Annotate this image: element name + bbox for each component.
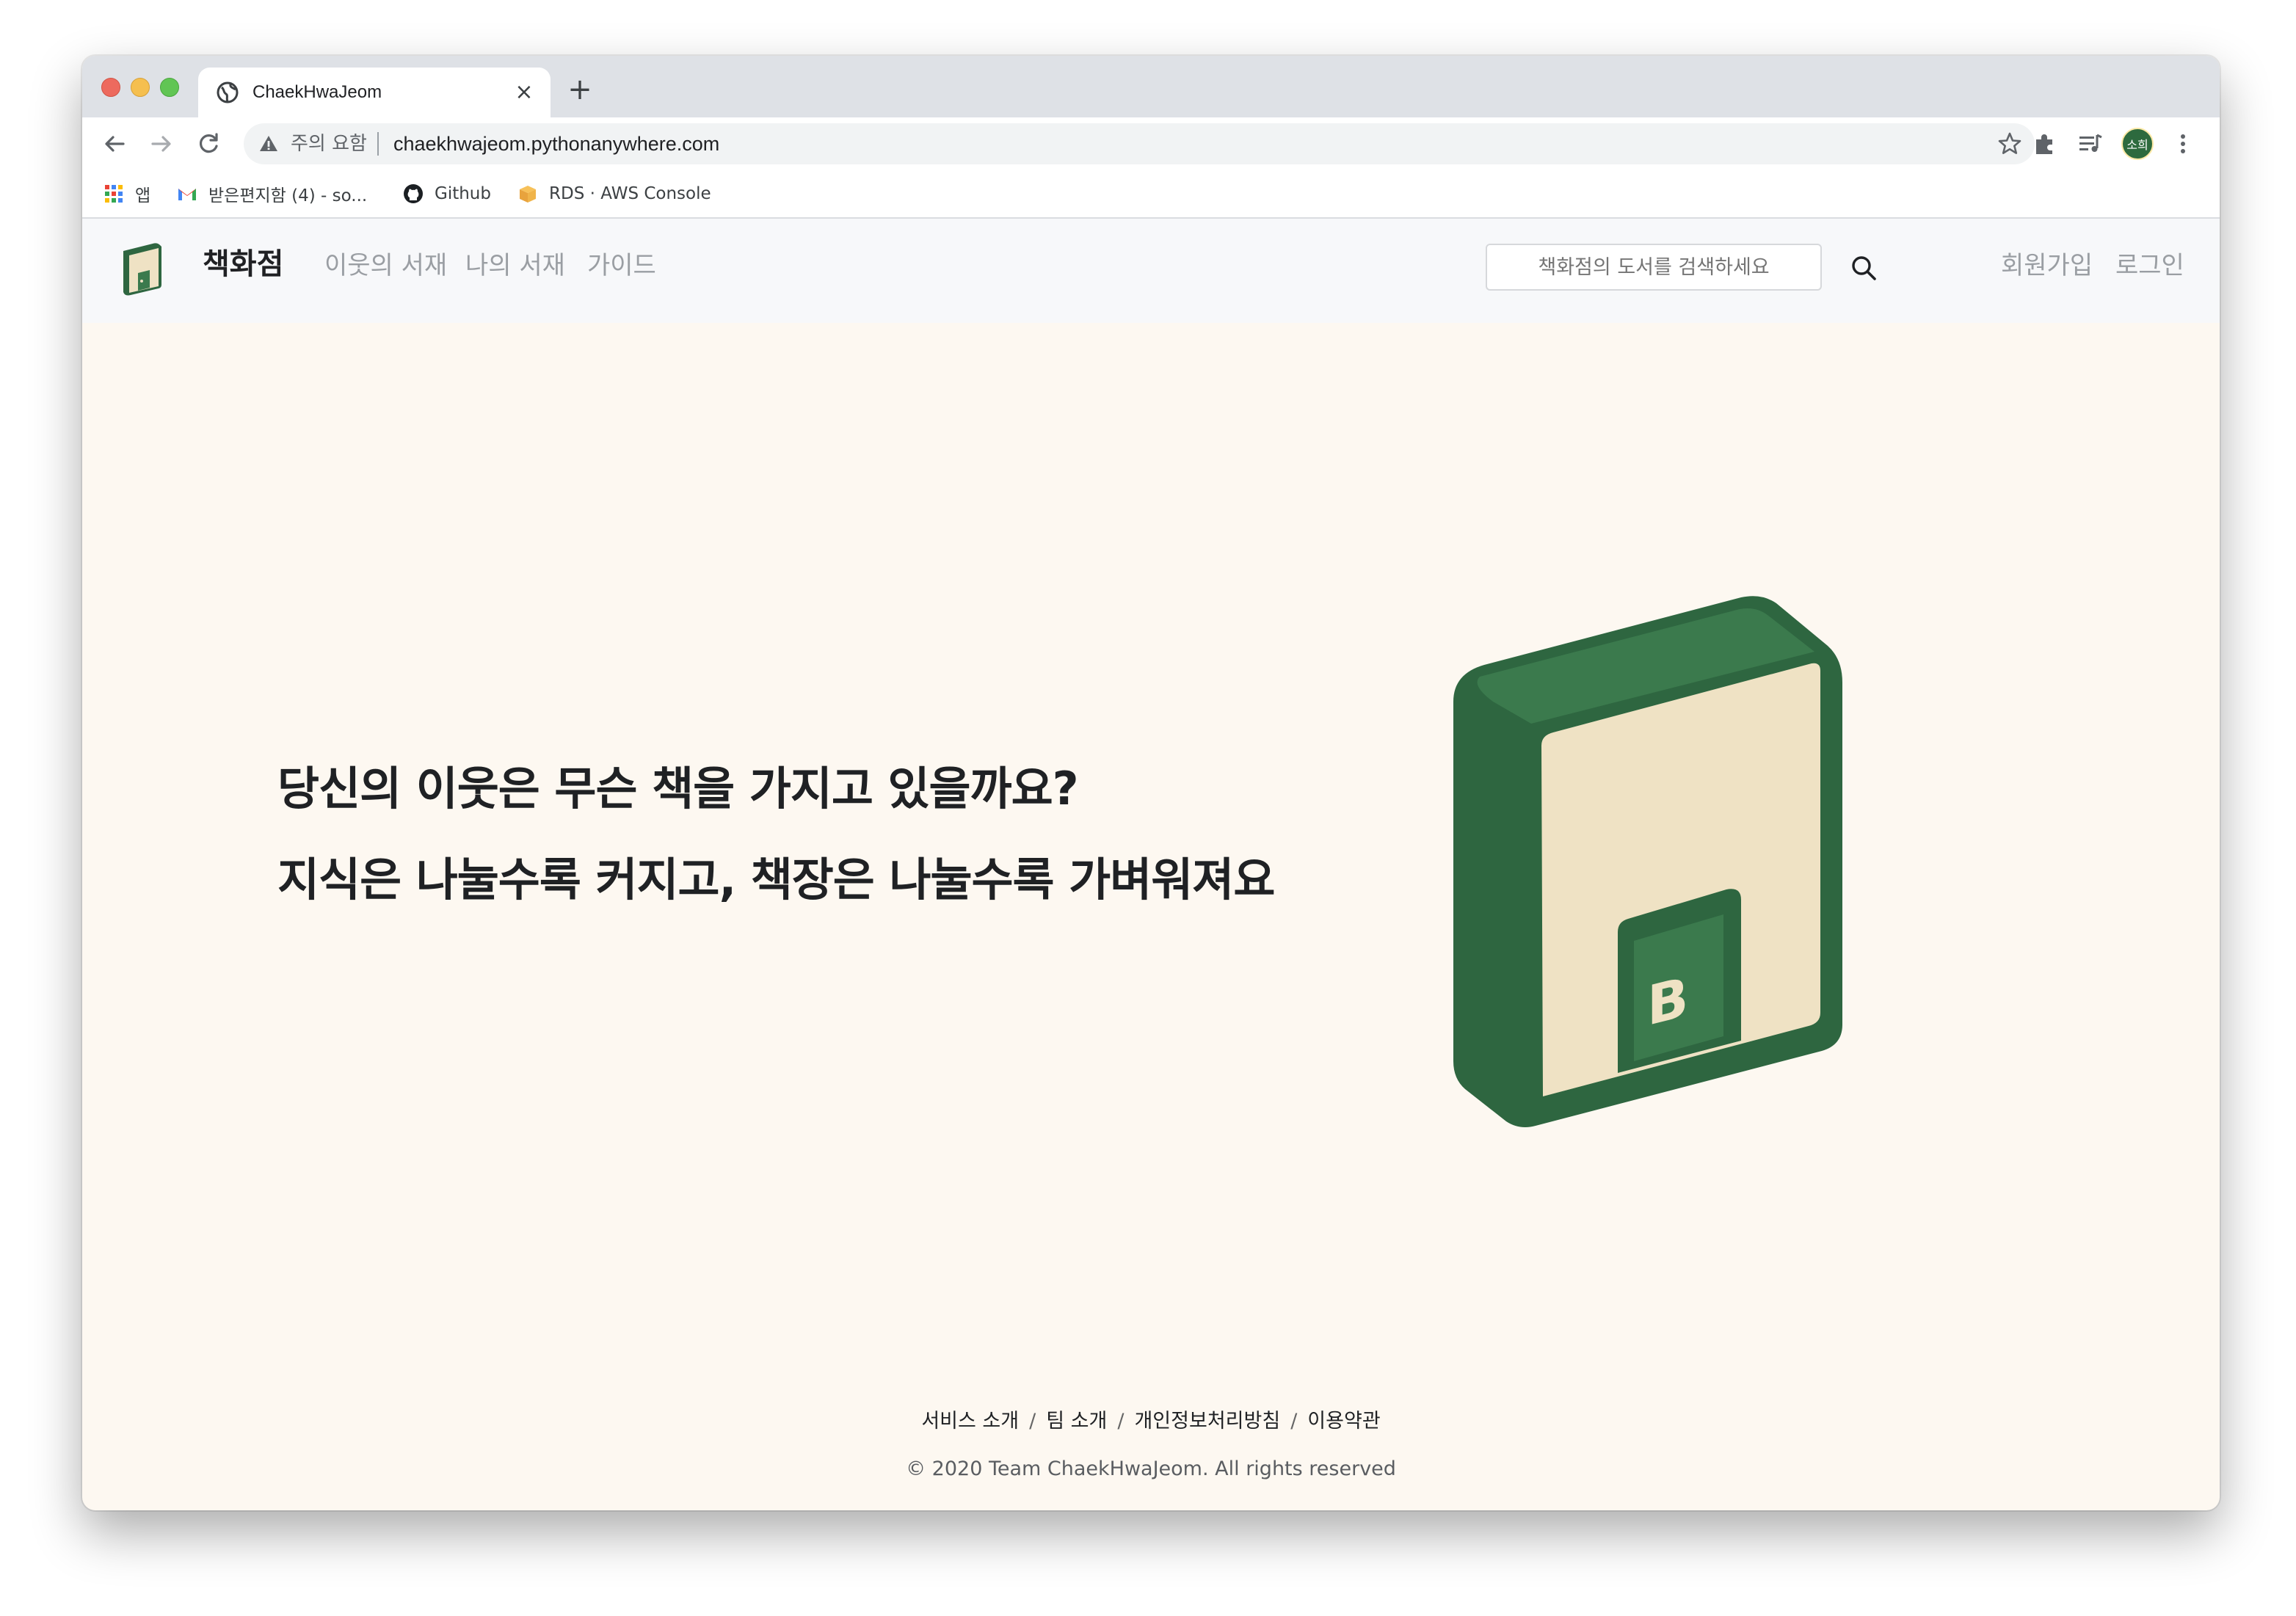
browser-toolbar: 주의 요함 chaekhwajeom.pythonanywhere.com 소희 <box>82 117 2220 170</box>
bookmark-github[interactable]: Github <box>402 182 491 205</box>
apps-grid-icon <box>105 185 123 203</box>
reload-icon[interactable] <box>192 128 225 160</box>
bookmark-label: 받은편지함 (4) - so... <box>208 186 368 205</box>
bookmark-label: 앱 <box>135 186 151 205</box>
footer-link-service-intro[interactable]: 서비스 소개 <box>921 1410 1019 1433</box>
new-tab-button[interactable]: + <box>564 73 596 106</box>
maximize-window-button[interactable] <box>160 78 179 97</box>
nav-neighbor-library[interactable]: 이웃의 서재 <box>324 248 447 283</box>
close-window-button[interactable] <box>101 78 120 97</box>
back-arrow-icon[interactable] <box>98 128 131 160</box>
bookmark-star-icon[interactable] <box>1997 131 2023 157</box>
warning-icon <box>260 136 277 151</box>
book-search-input[interactable] <box>1486 244 1822 291</box>
globe-icon <box>217 81 239 103</box>
github-icon <box>404 184 423 203</box>
site-navbar: 책화점 이웃의 서재 나의 서재 가이드 회원가입 로그인 <box>82 219 2220 323</box>
bookmark-label: Github <box>435 184 491 203</box>
door-letter: B <box>1647 964 1688 1038</box>
browser-window: ChaekHwaJeom × + 주의 요함 chaekhwajeom.pyth… <box>82 56 2220 1510</box>
footer-separator: / <box>1029 1410 1036 1433</box>
minimize-window-button[interactable] <box>131 78 150 97</box>
footer-separator: / <box>1290 1410 1298 1433</box>
gmail-icon <box>178 189 196 200</box>
profile-avatar[interactable]: 소희 <box>2121 128 2154 160</box>
bookstore-logo-icon[interactable] <box>119 241 164 296</box>
url-text[interactable]: chaekhwajeom.pythonanywhere.com <box>393 132 719 156</box>
brand-name[interactable]: 책화점 <box>203 244 283 285</box>
footer-link-terms[interactable]: 이용약관 <box>1307 1410 1380 1433</box>
login-link[interactable]: 로그인 <box>2115 248 2184 283</box>
footer-link-team-intro[interactable]: 팀 소개 <box>1046 1410 1107 1433</box>
hero-headline-2: 지식은 나눌수록 커지고, 책장은 나눌수록 가벼워져요 <box>277 853 1275 906</box>
bookmark-label: RDS · AWS Console <box>549 184 711 203</box>
hero-headline-1: 당신의 이웃은 무슨 책을 가지고 있을까요? <box>277 762 1079 815</box>
bookmark-apps[interactable]: 앱 <box>103 182 150 205</box>
more-menu-icon[interactable] <box>2168 129 2198 159</box>
forward-arrow-icon[interactable] <box>145 128 178 160</box>
footer-links: 서비스 소개 / 팀 소개 / 개인정보처리방침 / 이용약관 <box>82 1405 2220 1433</box>
signup-link[interactable]: 회원가입 <box>2001 248 2093 283</box>
media-queue-icon[interactable] <box>2076 129 2105 159</box>
aws-box-icon <box>520 186 536 203</box>
tab-strip: ChaekHwaJeom × + <box>82 56 2220 117</box>
footer-link-privacy-policy[interactable]: 개인정보처리방침 <box>1134 1410 1280 1433</box>
security-status[interactable]: 주의 요함 <box>291 132 367 156</box>
bookstore-building-illustration: B <box>1453 596 1842 1127</box>
omnibox-divider <box>377 132 379 156</box>
footer-separator: / <box>1117 1410 1125 1433</box>
nav-my-library[interactable]: 나의 서재 <box>465 248 565 283</box>
close-tab-button[interactable]: × <box>511 79 537 106</box>
bookmarks-bar: 앱 받은편지함 (4) - so... Github RDS · AWS Con… <box>82 170 2220 219</box>
browser-tab[interactable]: ChaekHwaJeom × <box>198 68 551 117</box>
extensions-puzzle-icon[interactable] <box>2030 129 2060 159</box>
search-icon[interactable] <box>1847 251 1882 286</box>
nav-guide[interactable]: 가이드 <box>587 248 656 283</box>
tab-title: ChaekHwaJeom <box>253 82 382 102</box>
bookmark-aws-rds[interactable]: RDS · AWS Console <box>517 182 711 205</box>
bookmark-gmail[interactable]: 받은편지함 (4) - so... <box>176 182 367 205</box>
copyright-text: © 2020 Team ChaekHwaJeom. All rights res… <box>906 1457 1396 1480</box>
address-bar[interactable]: 주의 요함 chaekhwajeom.pythonanywhere.com <box>244 123 2035 164</box>
